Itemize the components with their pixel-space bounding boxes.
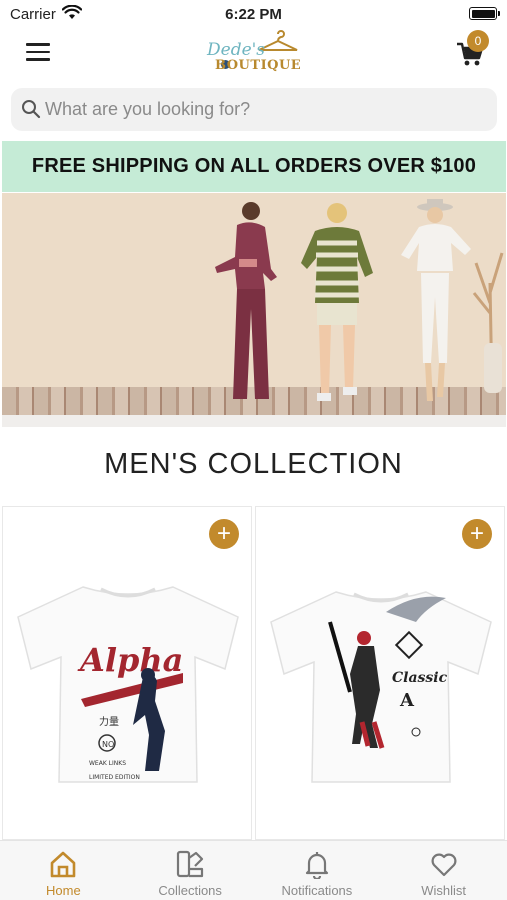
- home-icon: [51, 851, 76, 878]
- app-header: Dede's BOUTIQUE 0: [0, 30, 507, 82]
- add-to-cart-button[interactable]: +: [462, 519, 492, 549]
- tab-label: Wishlist: [421, 883, 467, 898]
- model-figure-3: [401, 199, 471, 401]
- clock: 6:22 PM: [225, 6, 282, 23]
- svg-text:A: A: [399, 690, 415, 711]
- tab-label: Home: [46, 883, 81, 898]
- svg-text:LIMITED EDITION: LIMITED EDITION: [89, 774, 140, 781]
- alpha-tshirt-image: Alpha 力量 NO WEAK LINKS LIMITED EDITION: [17, 586, 239, 783]
- svg-text:力量: 力量: [99, 715, 119, 728]
- product-card[interactable]: + Classic A: [255, 506, 505, 840]
- hero-divider: [2, 415, 506, 427]
- tab-label: Notifications: [281, 883, 353, 898]
- model-figure-1: [215, 202, 277, 399]
- tab-label: Collections: [158, 883, 222, 898]
- hamburger-menu-button[interactable]: [26, 43, 50, 63]
- heart-icon: [431, 853, 457, 877]
- shirt-print-text: Classic: [392, 670, 448, 686]
- free-shipping-banner: FREE SHIPPING ON ALL ORDERS OVER $100: [2, 141, 506, 192]
- search-input[interactable]: [45, 88, 485, 131]
- classic-tshirt-image: Classic A: [270, 591, 492, 783]
- tab-collections[interactable]: Collections: [127, 841, 254, 900]
- model-figure-2: [301, 203, 373, 401]
- shirt-print-text: Alpha: [77, 641, 183, 679]
- search-bar[interactable]: [11, 88, 497, 131]
- add-to-cart-button[interactable]: +: [209, 519, 239, 549]
- section-title: MEN'S COLLECTION: [104, 448, 403, 480]
- tab-home[interactable]: Home: [0, 841, 127, 900]
- status-bar: Carrier 6:22 PM: [0, 0, 507, 30]
- svg-text:WEAK LINKS: WEAK LINKS: [89, 760, 126, 767]
- battery-icon: [469, 7, 500, 20]
- bottom-tab-bar: Home Collections Notifications Wishlist: [0, 840, 507, 900]
- hero-banner-image[interactable]: [2, 193, 506, 415]
- tab-wishlist[interactable]: Wishlist: [380, 841, 507, 900]
- logo-word: BOUTIQUE: [215, 58, 302, 73]
- svg-text:NO: NO: [102, 740, 114, 749]
- bell-icon: [305, 852, 328, 879]
- boutique-logo[interactable]: Dede's BOUTIQUE: [203, 30, 303, 80]
- product-card[interactable]: + Alpha 力量 NO WEAK LINKS LIMITED EDITION: [2, 506, 252, 840]
- pampas-decor: [472, 252, 504, 393]
- search-icon: [22, 100, 41, 119]
- tab-notifications[interactable]: Notifications: [254, 841, 381, 900]
- cart-count-badge: 0: [467, 30, 489, 52]
- collections-icon: [177, 850, 204, 878]
- logo-script: Dede's: [207, 40, 266, 60]
